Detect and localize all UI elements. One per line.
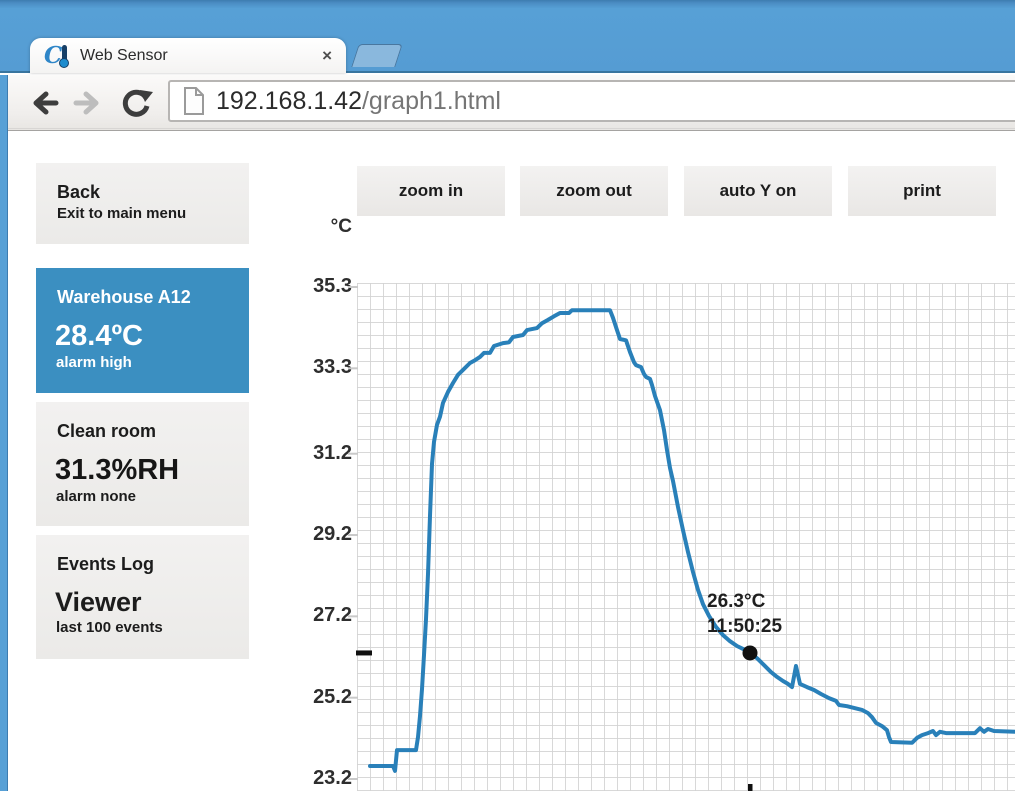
y-axis-tick-label: 29.2	[232, 523, 352, 546]
events-log-subtitle: last 100 events	[36, 616, 249, 636]
sensor-name: Clean room	[36, 402, 249, 442]
sensor-panel-warehouse[interactable]: Warehouse A12 28.4ºC alarm high	[36, 268, 249, 393]
sensor-alarm-status: alarm high	[36, 351, 249, 371]
marker-temp-label: 26.3°C	[707, 591, 766, 612]
tab-close-icon[interactable]: ×	[322, 47, 332, 64]
y-axis-tick-label: 31.2	[232, 442, 352, 465]
sensor-panel-cleanroom[interactable]: Clean room 31.3%RH alarm none	[36, 402, 249, 526]
url-text[interactable]: 192.168.1.42/graph1.html	[216, 87, 501, 116]
browser-tab[interactable]: C Web Sensor ×	[30, 38, 346, 73]
y-axis-tick-label: 33.3	[232, 356, 352, 379]
browser-window: C Web Sensor × 192.168.1.42/graph1.html	[0, 0, 1015, 791]
page-content: Back Exit to main menu Warehouse A12 28.…	[8, 131, 1015, 791]
events-log-value: Viewer	[36, 575, 249, 616]
temperature-line-chart[interactable]: 26.3°C 11:50:25	[347, 283, 1015, 791]
reload-icon[interactable]	[120, 86, 154, 120]
cursor-marker-dot[interactable]	[743, 645, 758, 660]
auto-y-button[interactable]: auto Y on	[684, 166, 832, 216]
print-button[interactable]: print	[848, 166, 996, 216]
sensor-name: Warehouse A12	[36, 268, 249, 308]
y-axis-tick-label: 35.3	[232, 275, 352, 298]
address-bar[interactable]: 192.168.1.42/graph1.html	[168, 80, 1015, 122]
back-panel-subtitle: Exit to main menu	[36, 203, 249, 222]
thermometer-bulb	[59, 58, 69, 68]
new-tab-button[interactable]	[351, 44, 402, 67]
window-frame-left	[0, 75, 8, 791]
back-panel-title: Back	[36, 163, 249, 203]
y-axis-tick-stubs	[348, 287, 358, 779]
url-domain: 192.168.1.42	[216, 87, 362, 115]
web-sensor-favicon-icon: C	[44, 43, 72, 69]
zoom-in-button[interactable]: zoom in	[357, 166, 505, 216]
y-axis-tick-label: 23.2	[232, 767, 352, 790]
sensor-alarm-status: alarm none	[36, 485, 249, 505]
forward-icon[interactable]	[72, 86, 106, 120]
back-icon[interactable]	[26, 86, 60, 120]
tab-title: Web Sensor	[80, 47, 314, 65]
y-axis-tick-label: 27.2	[232, 604, 352, 627]
marker-time-label: 11:50:25	[707, 616, 782, 637]
browser-titlebar: C Web Sensor ×	[0, 0, 1015, 73]
events-log-panel[interactable]: Events Log Viewer last 100 events	[36, 535, 249, 659]
sensor-value: 31.3%RH	[36, 442, 249, 485]
marker-x-axis-tick	[748, 784, 753, 791]
page-icon	[182, 86, 206, 116]
marker-y-axis-tick	[356, 650, 372, 655]
sensor-value: 28.4ºC	[36, 308, 249, 351]
url-path: /graph1.html	[362, 87, 501, 115]
zoom-out-button[interactable]: zoom out	[520, 166, 668, 216]
browser-toolbar: 192.168.1.42/graph1.html	[0, 75, 1015, 131]
back-panel[interactable]: Back Exit to main menu	[36, 163, 249, 244]
y-axis-unit-label: °C	[232, 216, 352, 238]
y-axis-tick-label: 25.2	[232, 686, 352, 709]
events-log-title: Events Log	[36, 535, 249, 575]
